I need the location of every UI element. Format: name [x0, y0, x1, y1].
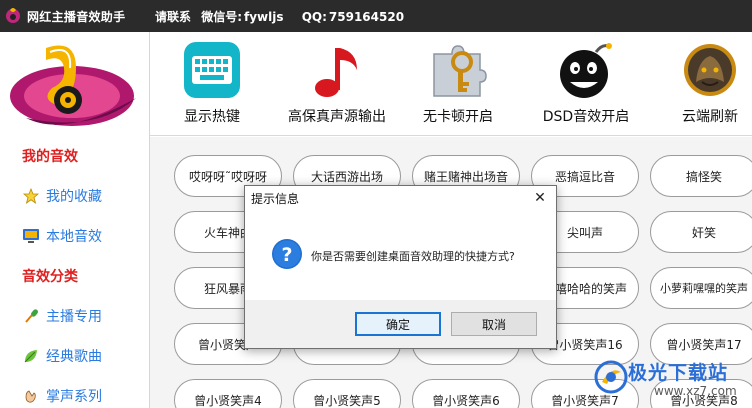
tool-label: 云端刷新 [682, 109, 738, 125]
svg-text:?: ? [281, 244, 292, 266]
clap-icon [22, 387, 40, 405]
sound-button[interactable]: 曾小贤笑声5 [293, 379, 401, 408]
cancel-button[interactable]: 取消 [451, 312, 537, 336]
qq-label: QQ: [301, 10, 327, 24]
keyboard-icon [180, 38, 244, 102]
ok-button[interactable]: 确定 [355, 312, 441, 336]
music-logo-icon [10, 45, 136, 126]
leaf-icon [22, 347, 40, 365]
contact-label: 请联系 [155, 10, 192, 24]
warrior-icon [678, 38, 742, 102]
contact-info: 请联系 微信号: fywljs QQ: 759164520 [155, 8, 410, 25]
question-icon: ? [272, 239, 302, 269]
sidebar-item-label: 主播专用 [46, 309, 102, 325]
cloud-refresh-button[interactable]: 云端刷新 [650, 38, 752, 130]
sidebar-item-label: 经典歌曲 [46, 349, 102, 365]
sidebar: 我的音效 我的收藏 本地音效 音效分类 主播专用 经典歌曲 掌声系列 [0, 32, 150, 408]
dialog-body: ? 你是否需要创建桌面音效助理的快捷方式? [245, 212, 556, 306]
sound-button[interactable]: 小萝莉嘿嘿的笑声 [650, 267, 752, 309]
watermark: 极光下载站 www.xz7.com [592, 356, 752, 408]
monitor-icon [22, 227, 40, 245]
no-lag-button[interactable]: 无卡顿开启 [398, 38, 518, 130]
app-title: 网红主播音效助手 [27, 10, 126, 24]
sidebar-item-label: 本地音效 [46, 229, 102, 245]
sound-button[interactable]: 搞怪笑 [650, 155, 752, 197]
sound-button[interactable]: 曾小贤笑声4 [174, 379, 282, 408]
prompt-dialog: 提示信息 ✕ ? 你是否需要创建桌面音效助理的快捷方式? 确定 取消 [244, 185, 557, 349]
sidebar-item-classic-songs[interactable]: 经典歌曲 [22, 346, 102, 366]
music-note-icon [305, 38, 369, 102]
dialog-footer: 确定 取消 [245, 300, 556, 348]
tool-label: 无卡顿开启 [423, 109, 493, 125]
sidebar-item-applause[interactable]: 掌声系列 [22, 386, 102, 406]
watermark-url: www.xz7.com [654, 384, 737, 398]
key-puzzle-icon [426, 38, 490, 102]
close-icon[interactable]: ✕ [530, 188, 550, 208]
qq-value: 759164520 [328, 10, 405, 24]
sound-button[interactable]: 奸笑 [650, 211, 752, 253]
sound-button[interactable]: 曾小贤笑声6 [412, 379, 520, 408]
wechat-value: fywljs [244, 10, 284, 24]
toolbar: 显示热键 高保真声源输出 无卡顿开启 DSD音效开启 云端刷新 [150, 32, 752, 136]
wechat-label: 微信号: [201, 10, 243, 24]
dialog-message: 你是否需要创建桌面音效助理的快捷方式? [311, 250, 515, 263]
sidebar-item-label: 我的收藏 [46, 189, 102, 205]
show-hotkeys-button[interactable]: 显示热键 [152, 38, 272, 130]
section-my-sounds: 我的音效 [22, 149, 78, 165]
hifi-output-button[interactable]: 高保真声源输出 [277, 38, 397, 130]
tool-label: DSD音效开启 [542, 109, 630, 125]
tool-label: 高保真声源输出 [288, 109, 386, 125]
sidebar-item-favorites[interactable]: 我的收藏 [22, 186, 102, 206]
title-bar: 网红主播音效助手 请联系 微信号: fywljs QQ: 759164520 [0, 0, 752, 32]
sidebar-item-local[interactable]: 本地音效 [22, 226, 102, 246]
tool-label: 显示热键 [184, 109, 240, 125]
bomb-face-icon [554, 38, 618, 102]
sidebar-item-anchor[interactable]: 主播专用 [22, 306, 102, 326]
star-icon [22, 187, 40, 205]
watermark-logo-icon [594, 360, 628, 394]
microphone-icon [22, 307, 40, 325]
section-categories: 音效分类 [22, 269, 78, 285]
watermark-brand: 极光下载站 [628, 362, 729, 384]
sidebar-item-label: 掌声系列 [46, 389, 102, 405]
dialog-title: 提示信息 [251, 192, 300, 206]
dsd-sound-button[interactable]: DSD音效开启 [526, 38, 646, 130]
app-logo-icon [6, 8, 20, 23]
